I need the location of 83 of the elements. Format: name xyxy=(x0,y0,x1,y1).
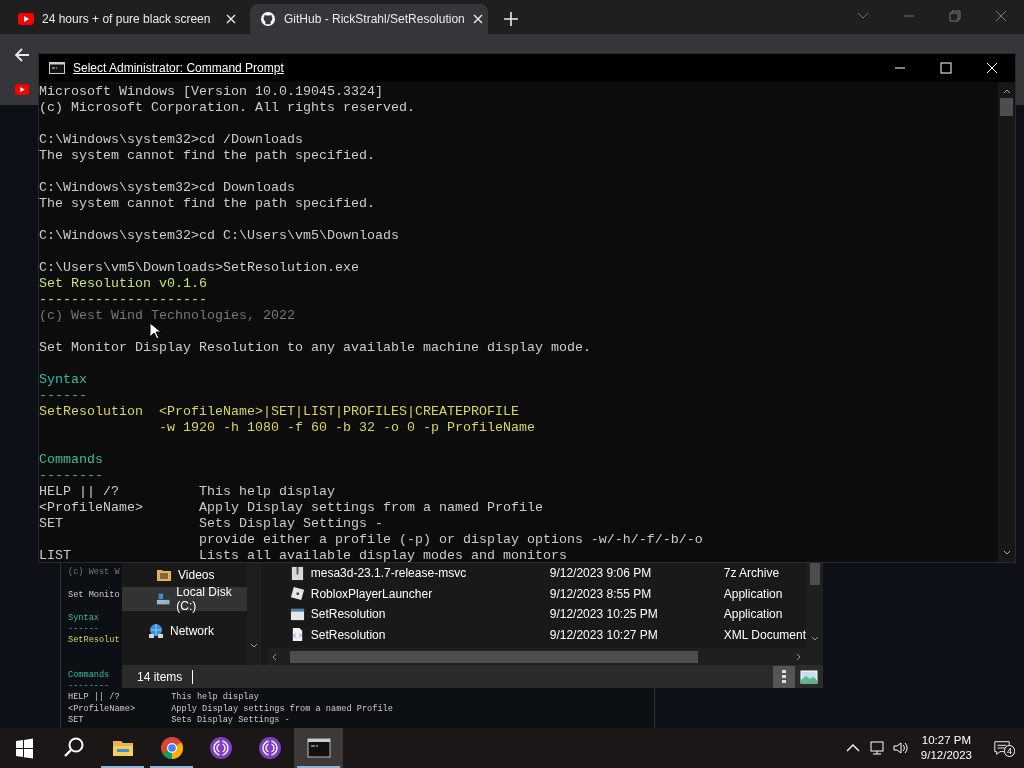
file-name[interactable]: SetResolution xyxy=(310,627,386,642)
file-date: 9/12/2023 9:06 PM xyxy=(549,566,653,581)
file-type: XML Document xyxy=(723,627,806,642)
console-line: -w 1920 -h 1080 -f 60 -b 32 -o 0 -p ProfileName xyxy=(157,420,536,436)
browser-tab[interactable]: GitHub - RickStrahl/SetResolution xyxy=(250,4,488,34)
console-line: C:\Windows\system32>cd Downloads xyxy=(39,180,296,196)
nav-item[interactable]: Local Disk (C:) xyxy=(122,587,247,611)
browser-tab[interactable]: 24 hours + of pure black screen xyxy=(8,4,246,34)
file-name[interactable]: mesa3d-23.1.7-release-msvc xyxy=(310,566,467,581)
item-count: 14 items xyxy=(137,669,194,684)
close-icon[interactable] xyxy=(226,14,236,24)
console-line: provide either a profile (-p) or display options -w/-h/-f/-b/-o xyxy=(197,532,704,548)
onion-icon xyxy=(208,736,233,760)
scrollbar[interactable] xyxy=(998,82,1015,562)
console-line: The system cannot find the path specified. xyxy=(39,196,376,212)
details-view-icon[interactable] xyxy=(773,665,795,688)
console-line: ------ xyxy=(68,623,99,635)
console-line: Set Monito xyxy=(68,589,120,602)
close-icon[interactable] xyxy=(472,14,483,24)
console-line: --------------------- xyxy=(39,292,208,308)
console-line: (c) West Wind Technologies, 2022 xyxy=(39,308,296,324)
console-line: SetResolut xyxy=(68,635,120,647)
film-folder-icon xyxy=(156,567,172,583)
console-line: Syntax xyxy=(68,612,99,624)
console-line: <ProfileName> Apply Display settings from a named Profile xyxy=(39,500,544,516)
file-name[interactable]: SetResolution xyxy=(310,607,386,622)
video-play-icon[interactable] xyxy=(15,84,29,95)
console-line: The system cannot find the path specified. xyxy=(39,148,376,164)
file-date: 9/12/2023 10:25 PM xyxy=(549,607,659,622)
file-type: Application xyxy=(723,586,783,601)
globe-network-icon xyxy=(148,623,164,639)
message-icon xyxy=(993,739,1011,757)
console-line: -------- xyxy=(68,680,110,692)
console-line: -------- xyxy=(39,468,104,484)
console-line: Syntax xyxy=(39,372,88,388)
console-line: SET Sets Display Settings - xyxy=(39,516,384,532)
mouse-pointer-icon xyxy=(149,322,161,340)
drive-icon xyxy=(156,591,171,607)
nav-item[interactable]: Videos xyxy=(122,563,247,587)
console-line: Set Monitor Display Resolution to any available machine display mode. xyxy=(39,340,592,356)
archive-icon xyxy=(289,565,305,581)
scrollbar[interactable] xyxy=(806,563,823,648)
terminal-icon xyxy=(306,736,331,760)
notification-count: 4 xyxy=(1004,745,1015,757)
console-line: C:\Windows\system32>cd /Downloads xyxy=(39,132,304,148)
file-type: 7z Archive xyxy=(723,566,780,581)
terminal-icon xyxy=(49,62,65,74)
scroll-thumb[interactable] xyxy=(289,650,698,663)
taskbar-app[interactable] xyxy=(294,728,343,768)
file-date: 9/12/2023 8:55 PM xyxy=(549,586,653,601)
scroll-thumb[interactable] xyxy=(809,563,820,585)
notification-button[interactable]: 4 xyxy=(980,728,1024,768)
nav-item[interactable]: Network xyxy=(122,619,247,643)
file-name[interactable]: RobloxPlayerLauncher xyxy=(310,586,433,601)
new-tab-icon[interactable] xyxy=(504,12,518,26)
browser-icon xyxy=(159,736,184,760)
console-line: C:\Windows\system32>cd C:\Users\vm5\Downloads xyxy=(39,228,400,244)
application-icon xyxy=(289,606,305,622)
console-line: Microsoft Windows [Version 10.0.19045.3324] xyxy=(39,84,384,100)
console-line: Set Resolution v0.1.6 xyxy=(39,276,208,292)
file-type: Application xyxy=(723,607,783,622)
console-line: Commands xyxy=(68,669,110,681)
console-line: C:\Users\vm5\Downloads>SetResolution.exe xyxy=(39,260,360,276)
console-line: <ProfileName> Apply Display settings from a named Profile xyxy=(68,703,393,715)
window-title: Select Administrator: Command Prompt xyxy=(73,61,284,75)
console-line: HELP || /? This help display xyxy=(39,484,336,500)
console-line: ------ xyxy=(39,388,88,404)
scrollbar[interactable] xyxy=(267,648,823,665)
file-date: 9/12/2023 10:27 PM xyxy=(549,627,659,642)
back-arrow-icon[interactable] xyxy=(14,47,30,63)
cat-logo-icon xyxy=(260,12,276,26)
clock-date[interactable]: 9/12/2023 xyxy=(920,748,972,763)
clock-time[interactable]: 10:27 PM xyxy=(921,733,972,748)
console-line: SET Sets Display Settings - xyxy=(68,715,290,727)
console-line: HELP || /? This help display xyxy=(68,692,259,704)
console-line: Commands xyxy=(39,452,104,468)
video-play-icon xyxy=(18,12,34,26)
scroll-thumb[interactable] xyxy=(1000,98,1013,116)
console-line: LIST Lists all available display modes and monitors xyxy=(39,548,568,562)
console-line: (c) Microsoft Corporation. All rights reserved. xyxy=(39,100,416,116)
console-line: (c) West W xyxy=(68,567,120,579)
console-line: SetResolution <ProfileName>|SET|LIST|PROFILES|CREATEPROFILE xyxy=(39,404,520,420)
onion-icon xyxy=(257,736,282,760)
